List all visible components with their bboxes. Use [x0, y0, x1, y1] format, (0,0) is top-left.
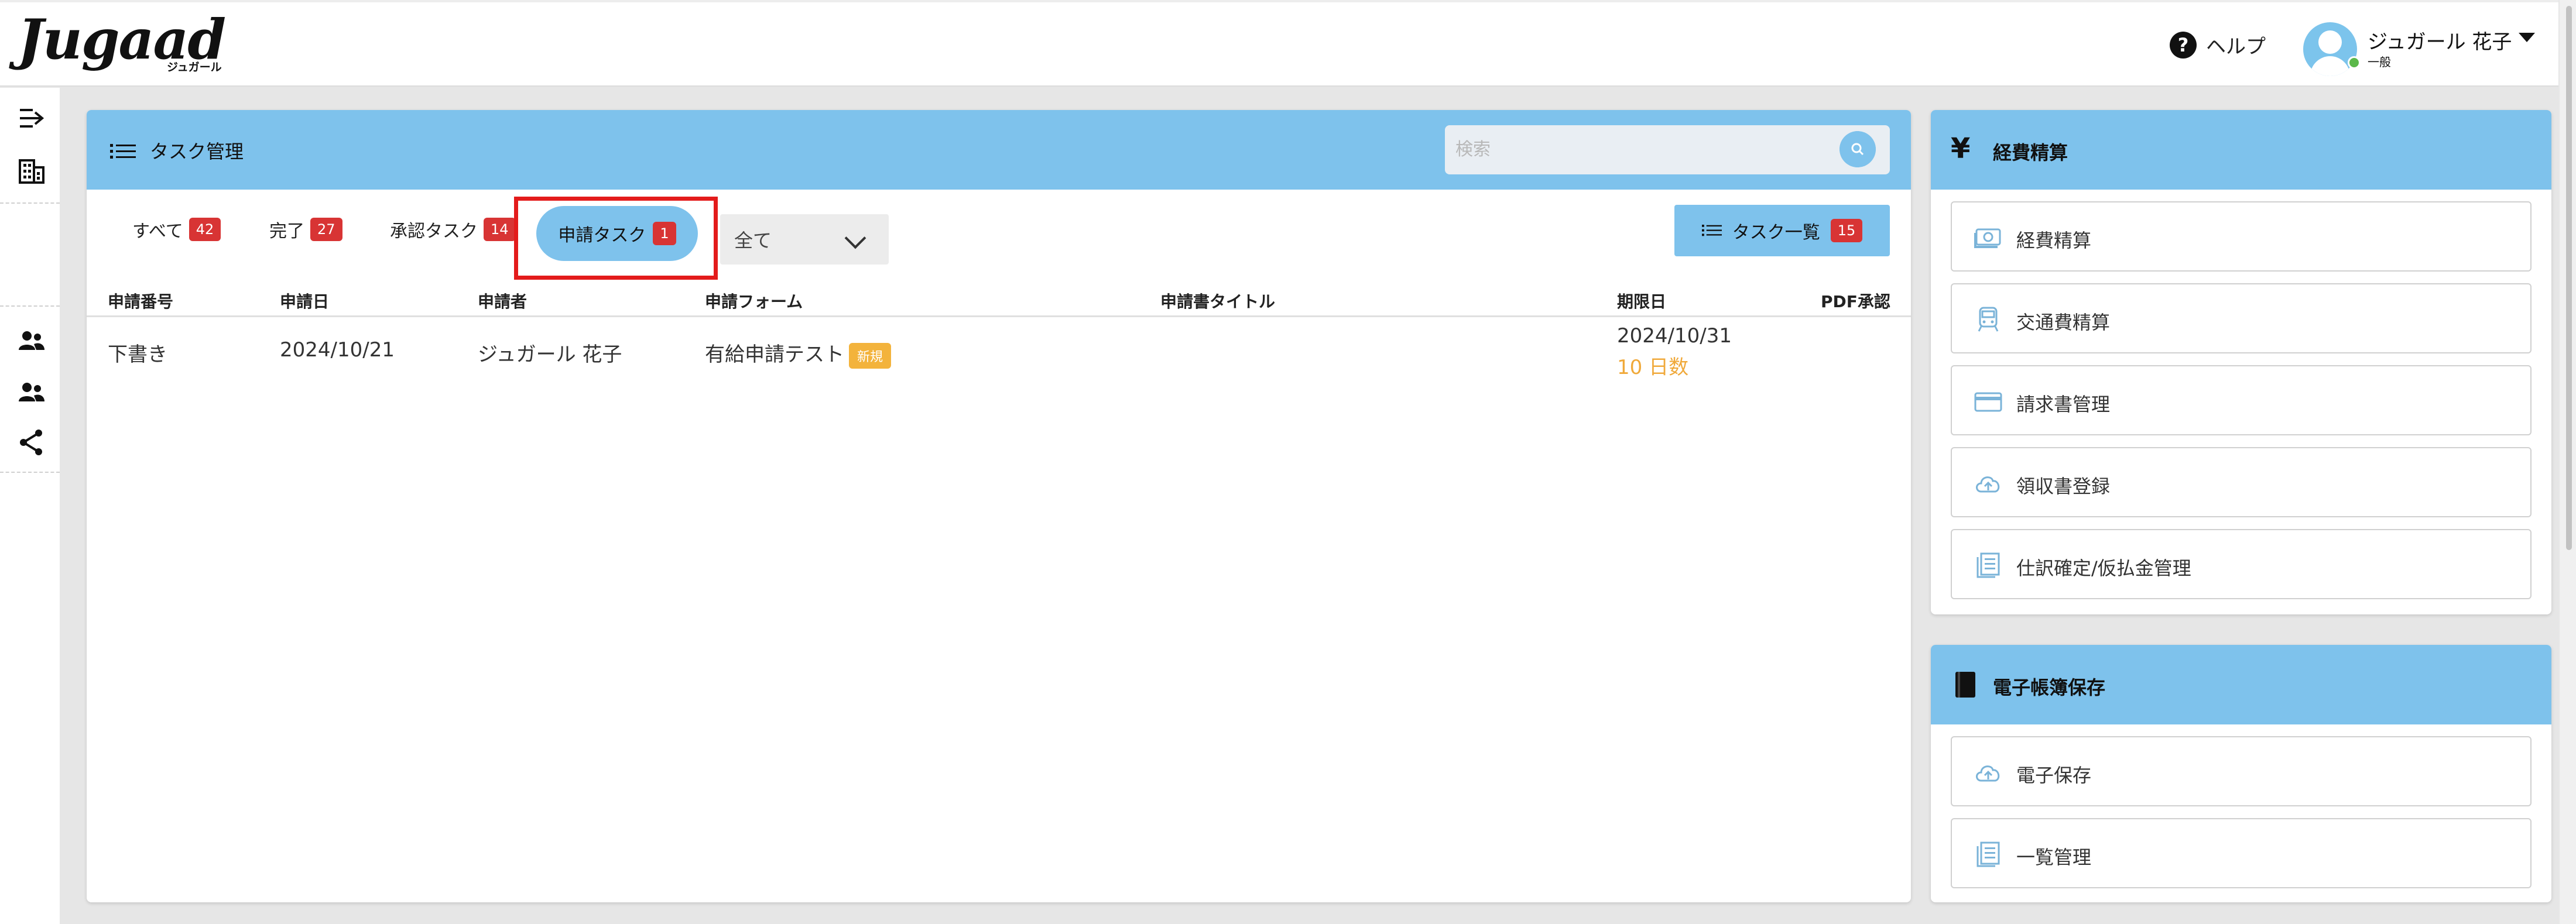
storage-panel-title: 電子帳簿保存 [1993, 676, 2106, 699]
menu-expense-settlement[interactable]: 経費精算 [1951, 201, 2532, 272]
app-logo[interactable]: Jugaad ジュガール [18, 11, 228, 75]
tab-label: すべて [132, 221, 183, 242]
list-icon [1701, 224, 1722, 236]
filter-value: 全て [734, 229, 772, 252]
cell-due-days: 10 日数 [1617, 356, 1689, 379]
search-input[interactable] [1455, 138, 1830, 162]
caret-down-icon[interactable] [2519, 33, 2535, 42]
user-name[interactable]: ジュガール 花子 [2368, 26, 2512, 54]
table-header: 申請番号 申請日 申請者 申請フォーム 申請書タイトル 期限日 PDF承認 [87, 281, 1911, 317]
collapse-menu-icon[interactable] [18, 104, 46, 132]
menu-journal-management[interactable]: 仕訳確定/仮払金管理 [1951, 529, 2532, 599]
count-badge: 14 [484, 218, 516, 241]
new-badge: 新規 [849, 342, 892, 369]
cell-form: 有給申請テスト 新規 [705, 338, 892, 369]
cloud-upload-icon [1976, 476, 2000, 493]
menu-label: 経費精算 [2016, 229, 2092, 252]
task-tabs: すべて 42 完了 27 承認タスク 14 申請タスク 1 全て タスク一覧 1… [87, 190, 1911, 280]
storage-panel-header: 電子帳簿保存 [1931, 645, 2551, 724]
scrollbar-thumb[interactable] [2566, 6, 2572, 550]
menu-transport-expense[interactable]: 交通費精算 [1951, 283, 2532, 353]
yen-icon: ¥ [1951, 132, 1971, 165]
count-badge: 42 [189, 218, 221, 241]
avatar[interactable] [2303, 22, 2357, 76]
tab-label: 承認タスク [390, 221, 478, 242]
user-role: 一般 [2368, 55, 2391, 69]
rail-divider [0, 305, 60, 307]
tab-completed[interactable]: 完了 27 [269, 217, 342, 242]
highlight-annotation [514, 197, 718, 280]
logo-subtext: ジュガール [167, 61, 222, 74]
cell-date: 2024/10/21 [280, 338, 395, 362]
menu-receipt-registration[interactable]: 領収書登録 [1951, 447, 2532, 517]
e-storage-panel: 電子帳簿保存 電子保存 一覧管理 [1931, 645, 2551, 902]
users-icon[interactable] [18, 327, 46, 355]
help-icon: ? [2170, 31, 2197, 59]
book-icon [1955, 672, 1975, 698]
count-badge: 27 [310, 218, 342, 241]
cloud-upload-icon [1976, 765, 2000, 782]
menu-label: 領収書登録 [2016, 475, 2111, 497]
document-list-icon [1976, 552, 2000, 578]
train-icon [1978, 307, 1999, 332]
menu-label: 一覧管理 [2016, 846, 2092, 868]
help-label: ヘルプ [2206, 35, 2266, 59]
help-link[interactable]: ? ヘルプ [2170, 30, 2266, 59]
cell-due-date: 2024/10/31 [1617, 324, 1732, 348]
building-icon[interactable] [18, 157, 46, 185]
online-status-icon [2348, 56, 2361, 69]
column-header[interactable]: 申請番号 [108, 289, 173, 312]
tab-label: 完了 [269, 221, 304, 242]
task-list-button[interactable]: タスク一覧 15 [1674, 205, 1890, 256]
column-header[interactable]: 申請書タイトル [1160, 289, 1275, 312]
expense-panel: ¥ 経費精算 経費精算 交通費精算 請求書管理 領収書登録 仕訳確定/仮払金管理 [1931, 110, 2551, 614]
search-box[interactable] [1445, 125, 1890, 174]
menu-list-management[interactable]: 一覧管理 [1951, 818, 2532, 888]
task-list-label: タスク一覧 [1732, 222, 1820, 243]
column-header[interactable]: 申請者 [478, 289, 527, 312]
share-icon[interactable] [18, 428, 46, 456]
menu-label: 請求書管理 [2016, 393, 2111, 415]
search-icon[interactable] [1839, 131, 1876, 167]
menu-invoice-management[interactable]: 請求書管理 [1951, 365, 2532, 435]
form-name: 有給申請テスト [705, 343, 844, 366]
count-badge: 15 [1830, 219, 1863, 242]
task-panel-header: タスク管理 [87, 110, 1911, 190]
table-row[interactable]: 下書き 2024/10/21 ジュガール 花子 有給申請テスト 新規 2024/1… [87, 317, 1911, 399]
rail-divider [0, 472, 60, 473]
money-icon [1974, 228, 2001, 248]
group-icon[interactable] [18, 378, 46, 406]
column-header[interactable]: 申請日 [280, 289, 329, 312]
column-header[interactable]: PDF承認 [1821, 289, 1890, 312]
top-bar: Jugaad ジュガール ? ヘルプ ジュガール 花子 一般 [0, 0, 2558, 87]
column-header[interactable]: 期限日 [1617, 289, 1666, 312]
menu-label: 交通費精算 [2016, 311, 2111, 334]
menu-e-storage[interactable]: 電子保存 [1951, 736, 2532, 806]
menu-label: 仕訳確定/仮払金管理 [2016, 557, 2191, 579]
left-rail [0, 88, 60, 924]
expense-panel-header: ¥ 経費精算 [1931, 110, 2551, 190]
task-panel-title: タスク管理 [150, 140, 244, 163]
menu-label: 電子保存 [2016, 764, 2092, 786]
expense-panel-title: 経費精算 [1993, 142, 2068, 164]
cell-number: 下書き [108, 343, 167, 366]
cell-applicant: ジュガール 花子 [478, 343, 622, 366]
list-icon [110, 144, 136, 159]
tab-approval-tasks[interactable]: 承認タスク 14 [390, 217, 516, 242]
tab-all[interactable]: すべて 42 [132, 217, 221, 242]
column-header[interactable]: 申請フォーム [705, 289, 803, 312]
task-management-panel: タスク管理 すべて 42 完了 27 承認タスク 14 申請タスク 1 全て [87, 110, 1911, 902]
card-icon [1974, 392, 2002, 412]
rail-divider [0, 202, 60, 204]
document-list-icon [1976, 841, 2000, 867]
